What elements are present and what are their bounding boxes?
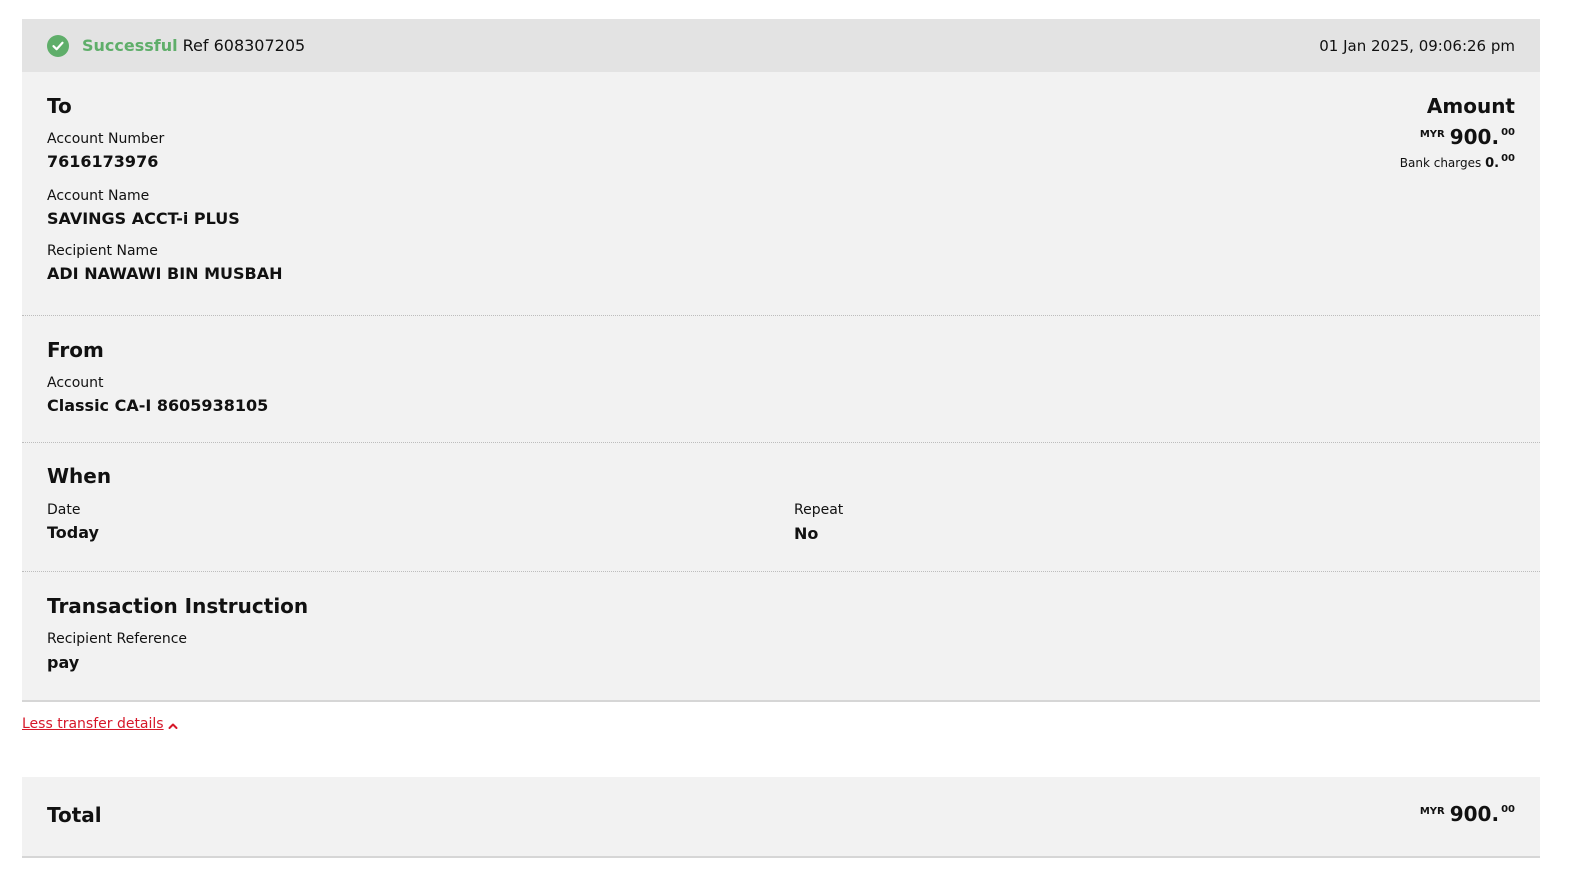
- account-number-label: Account Number: [47, 131, 165, 147]
- bank-charges-cents: 00: [1501, 153, 1515, 164]
- account-name-label: Account Name: [47, 188, 150, 204]
- account-name-value: SAVINGS ACCT-i PLUS: [47, 209, 240, 228]
- bank-charges-label: Bank charges: [1399, 156, 1482, 170]
- when-section: When Date Today Repeat No: [22, 443, 1540, 572]
- status-label: Successful: [82, 36, 178, 55]
- transaction-instruction-title: Transaction Instruction: [47, 594, 309, 618]
- less-transfer-details-link[interactable]: Less transfer details: [22, 716, 178, 732]
- bank-charges-whole: 0.: [1485, 156, 1500, 171]
- recipient-name-value: ADI NAWAWI BIN MUSBAH: [47, 264, 283, 283]
- total-card: Total MYR 900. 00: [22, 777, 1540, 856]
- total-cents: 00: [1501, 804, 1515, 815]
- status-group: Successful Ref 608307205: [47, 34, 306, 57]
- amount-value: MYR 900. 00: [1400, 125, 1515, 149]
- transaction-instruction-section: Transaction Instruction Recipient Refere…: [22, 572, 1540, 700]
- status-bar: Successful Ref 608307205 01 Jan 2025, 09…: [22, 19, 1540, 72]
- amount-cents: 00: [1501, 127, 1515, 138]
- total-whole: 900.: [1449, 802, 1500, 826]
- total-amount: MYR 900. 00: [1420, 802, 1515, 826]
- transfer-receipt-card: Successful Ref 608307205 01 Jan 2025, 09…: [22, 19, 1540, 700]
- bank-charges: Bank charges 0. 00: [1400, 153, 1515, 171]
- check-circle-icon: [47, 34, 69, 57]
- account-number-value: 7616173976: [47, 152, 159, 171]
- recipient-reference-value: pay: [47, 653, 80, 672]
- to-title: To: [47, 94, 72, 118]
- amount-title: Amount: [1426, 94, 1515, 118]
- from-account-label: Account: [47, 375, 104, 391]
- from-section: From Account Classic CA-I 8605938105: [22, 316, 1540, 443]
- total-currency: MYR: [1419, 806, 1445, 817]
- chevron-up-icon: [168, 723, 178, 729]
- recipient-name-label: Recipient Name: [47, 243, 158, 259]
- repeat-label: Repeat: [794, 502, 844, 518]
- from-account-value: Classic CA-I 8605938105: [47, 396, 269, 415]
- when-title: When: [47, 464, 112, 488]
- date-label: Date: [47, 502, 81, 518]
- date-value: Today: [47, 523, 99, 542]
- from-title: From: [47, 338, 104, 362]
- amount-whole: 900.: [1449, 125, 1500, 149]
- repeat-value: No: [794, 524, 819, 543]
- to-section: To Account Number 7616173976 Account Nam…: [22, 72, 1540, 316]
- reference-number: Ref 608307205: [182, 36, 306, 55]
- recipient-reference-label: Recipient Reference: [47, 631, 187, 647]
- transaction-timestamp: 01 Jan 2025, 09:06:26 pm: [1319, 36, 1515, 55]
- toggle-label: Less transfer details: [22, 716, 164, 732]
- total-title: Total: [47, 803, 102, 827]
- amount-currency: MYR: [1419, 129, 1445, 140]
- amount-block: Amount MYR 900. 00 Bank charges 0. 00: [1400, 94, 1515, 171]
